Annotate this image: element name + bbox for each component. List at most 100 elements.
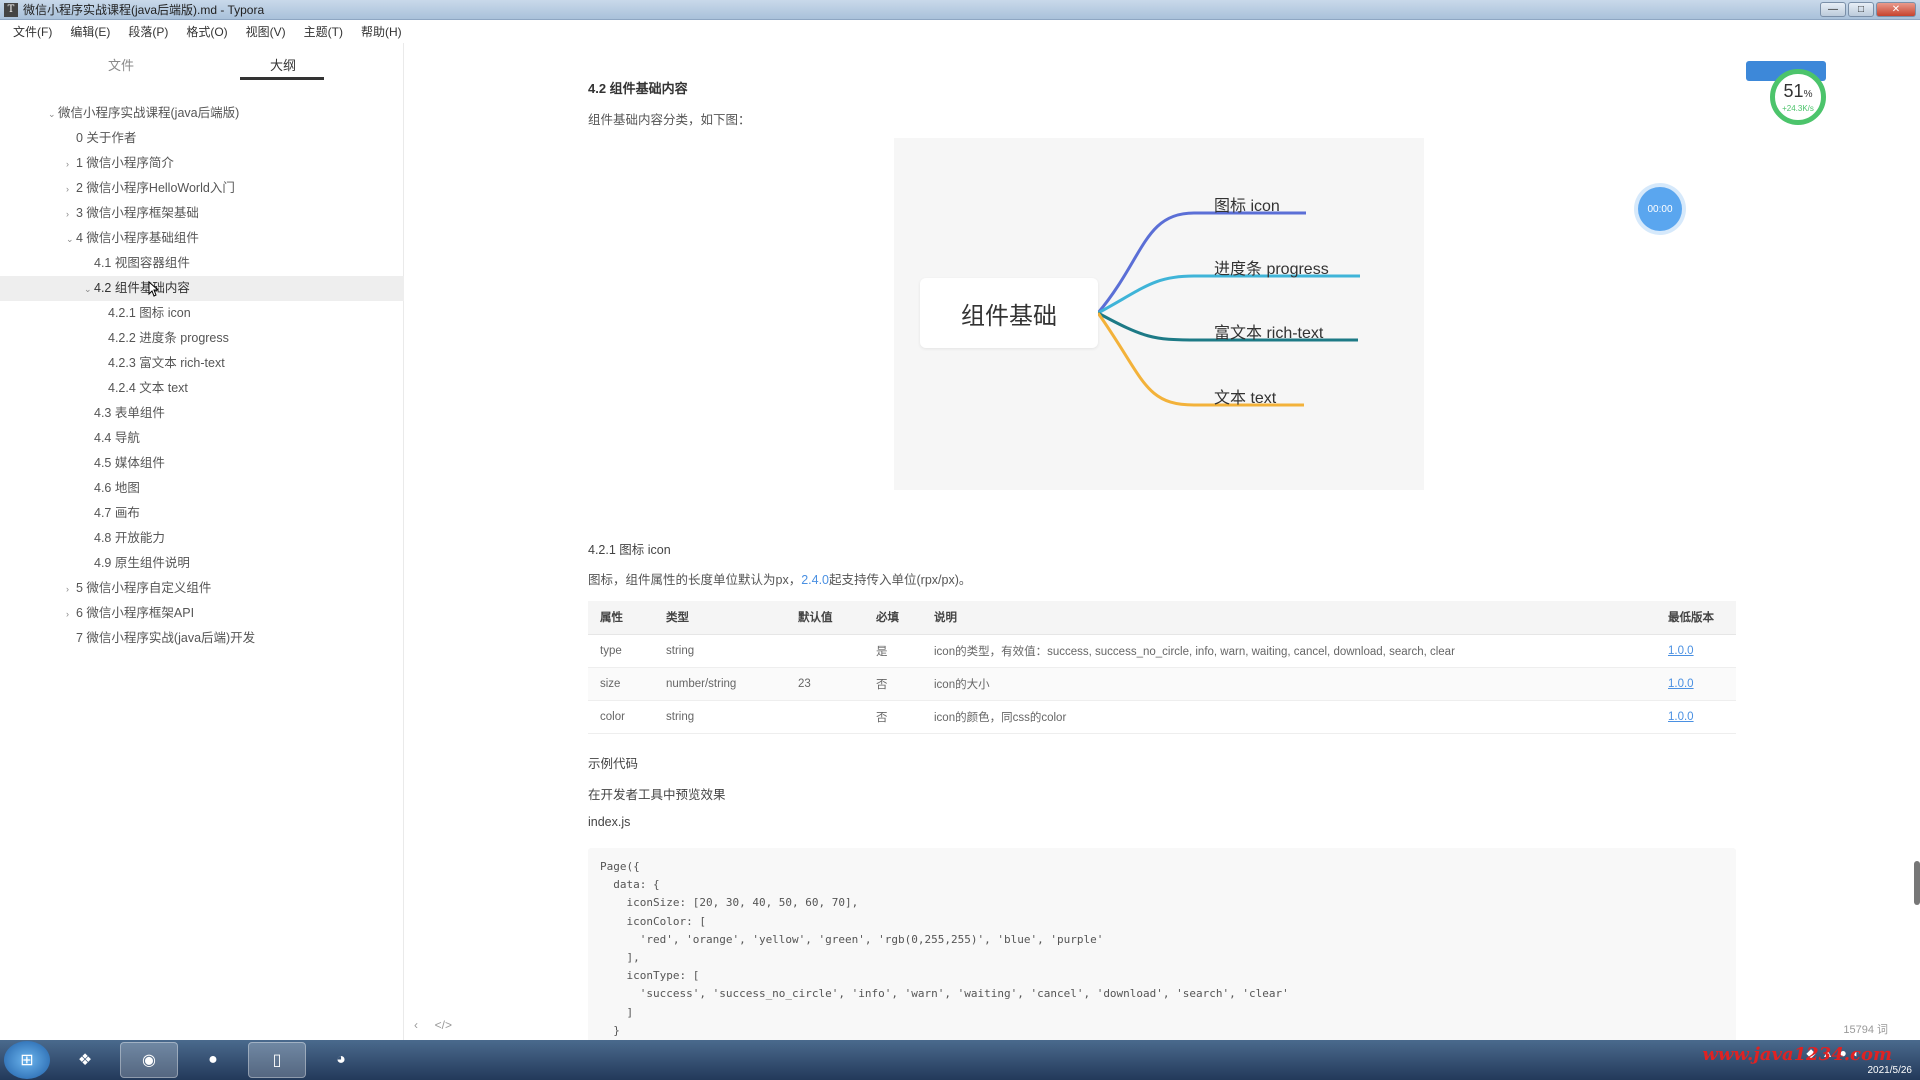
- outline-item-label: 4.1 视图容器组件: [94, 256, 190, 270]
- preview-link[interactable]: 在开发者工具中预览效果: [588, 784, 726, 803]
- source-code-mode-icon[interactable]: </>: [435, 1018, 452, 1032]
- menu-file[interactable]: 文件(F): [4, 21, 61, 43]
- outline-item[interactable]: 4.1 视图容器组件: [0, 251, 404, 276]
- outline-item[interactable]: 4.7 画布: [0, 501, 404, 526]
- outline-item[interactable]: 4.2.4 文本 text: [0, 376, 404, 401]
- table-cell: 是: [864, 634, 922, 668]
- tab-outline[interactable]: 大纲: [270, 55, 296, 74]
- outline-item[interactable]: 4.2.3 富文本 rich-text: [0, 351, 404, 376]
- table-cell: icon的类型，有效值：success, success_no_circle, …: [922, 634, 1656, 668]
- outline-item-label: 4.7 画布: [94, 506, 140, 520]
- outline-caret-icon[interactable]: ›: [66, 202, 76, 227]
- outline-item[interactable]: › 3 微信小程序框架基础: [0, 201, 404, 226]
- icon-description: 图标，组件属性的长度单位默认为px，2.4.0起支持传入单位(rpx/px)。: [588, 569, 971, 588]
- sidebar-tabs: 文件 大纲: [0, 43, 403, 83]
- mouse-cursor-icon: [148, 281, 158, 297]
- menu-help[interactable]: 帮助(H): [352, 21, 411, 43]
- version-link[interactable]: 1.0.0: [1656, 667, 1736, 701]
- version-link[interactable]: 2.4.0: [801, 573, 829, 587]
- window-controls: — □ ✕: [1820, 2, 1916, 17]
- table-cell: 否: [864, 667, 922, 701]
- col-attr: 属性: [588, 601, 654, 635]
- scrollbar-thumb[interactable]: [1914, 861, 1920, 905]
- outline-caret-icon[interactable]: ›: [66, 602, 76, 627]
- outline-list: ⌄ 微信小程序实战课程(java后端版) 0 关于作者 › 1 微信小程序简介 › 2 微信…: [0, 101, 404, 651]
- outline-item[interactable]: ⌄ 4.2 组件基础内容: [0, 276, 404, 301]
- taskbar-app-ie[interactable]: ◉: [120, 1042, 178, 1078]
- outline-item-label: 7 微信小程序实战(java后端)开发: [76, 631, 256, 645]
- chat-icon: ◕: [336, 1051, 346, 1068]
- version-link[interactable]: 1.0.0: [1656, 700, 1736, 734]
- outline-caret-icon[interactable]: ›: [66, 577, 76, 602]
- outline-caret-icon[interactable]: ⌄: [66, 227, 76, 252]
- heading-4-2: 4.2 组件基础内容: [588, 81, 688, 96]
- word-count[interactable]: 15794 词: [1843, 1021, 1888, 1037]
- menu-view[interactable]: 视图(V): [237, 21, 295, 43]
- col-type: 类型: [654, 601, 786, 635]
- outline-item[interactable]: 4.8 开放能力: [0, 526, 404, 551]
- outline-item[interactable]: 4.3 表单组件: [0, 401, 404, 426]
- outline-item[interactable]: › 5 微信小程序自定义组件: [0, 576, 404, 601]
- table-cell: string: [654, 700, 786, 734]
- code-line: iconType: [: [600, 969, 700, 983]
- document-icon: ▯: [272, 1052, 282, 1069]
- outline-item[interactable]: › 1 微信小程序简介: [0, 151, 404, 176]
- meter-percent-unit: %: [1803, 88, 1813, 100]
- outline-item-label: 4.2.3 富文本 rich-text: [108, 356, 225, 370]
- menu-paragraph[interactable]: 段落(P): [119, 21, 177, 43]
- taskbar-app-typora[interactable]: ▯: [248, 1042, 306, 1078]
- outline-item-label: 4.2 组件基础内容: [94, 281, 190, 295]
- outline-caret-icon[interactable]: ›: [66, 152, 76, 177]
- outline-item-label: 2 微信小程序HelloWorld入门: [76, 181, 235, 195]
- network-meter: 51% +24.3K/s: [1738, 61, 1834, 125]
- outline-item[interactable]: 0 关于作者: [0, 126, 404, 151]
- outline-item-label: 4.4 导航: [94, 431, 140, 445]
- folder-icon: ❖: [77, 1052, 93, 1069]
- menu-format[interactable]: 格式(O): [177, 21, 236, 43]
- close-button[interactable]: ✕: [1876, 2, 1916, 17]
- outline-item[interactable]: 4.6 地图: [0, 476, 404, 501]
- col-version: 最低版本: [1656, 601, 1736, 635]
- menu-theme[interactable]: 主题(T): [295, 21, 352, 43]
- taskbar-app-wechat[interactable]: ◕: [312, 1042, 370, 1078]
- branch-label-progress: 进度条 progress: [1214, 261, 1329, 278]
- outline-item-label: 4.9 原生组件说明: [94, 556, 190, 570]
- outline-item[interactable]: 4.2.1 图标 icon: [0, 301, 404, 326]
- outline-caret-icon[interactable]: ⌄: [84, 277, 94, 302]
- floating-timer-button[interactable]: 00:00: [1638, 187, 1682, 231]
- code-line: 'success', 'success_no_circle', 'info', …: [600, 987, 1289, 1001]
- editor-content[interactable]: 4.2 组件基础内容 组件基础内容分类，如下图： 组件基础 图标 icon 进度…: [405, 43, 1920, 1040]
- outline-caret-icon[interactable]: ›: [66, 177, 76, 202]
- outline-item[interactable]: 4.5 媒体组件: [0, 451, 404, 476]
- taskbar-app-chrome[interactable]: ●: [184, 1042, 242, 1078]
- menu-edit[interactable]: 编辑(E): [61, 21, 119, 43]
- col-default: 默认值: [786, 601, 864, 635]
- outline-item[interactable]: › 6 微信小程序框架API: [0, 601, 404, 626]
- outline-item[interactable]: 4.2.2 进度条 progress: [0, 326, 404, 351]
- minimize-button[interactable]: —: [1820, 2, 1846, 17]
- outline-item[interactable]: ⌄ 4 微信小程序基础组件: [0, 226, 404, 251]
- outline-item[interactable]: 4.4 导航: [0, 426, 404, 451]
- outline-item-label: 6 微信小程序框架API: [76, 606, 195, 620]
- chrome-icon: ●: [208, 1051, 218, 1068]
- table-row: size number/string 23 否 icon的大小 1.0.0: [588, 667, 1736, 701]
- outline-item[interactable]: 4.9 原生组件说明: [0, 551, 404, 576]
- collapse-sidebar-icon[interactable]: ‹: [414, 1018, 418, 1032]
- taskbar-app-explorer[interactable]: ❖: [56, 1042, 114, 1078]
- tab-files[interactable]: 文件: [108, 55, 134, 74]
- outline-caret-icon[interactable]: ⌄: [48, 102, 58, 127]
- code-line: iconSize: [20, 30, 40, 50, 60, 70],: [600, 896, 859, 910]
- table-row: type string 是 icon的类型，有效值：success, success_…: [588, 634, 1736, 668]
- meter-ring: 51% +24.3K/s: [1770, 69, 1826, 125]
- outline-item[interactable]: ⌄ 微信小程序实战课程(java后端版): [0, 101, 404, 126]
- maximize-button[interactable]: □: [1848, 2, 1874, 17]
- version-link[interactable]: 1.0.0: [1656, 634, 1736, 668]
- start-button[interactable]: ⊞: [4, 1041, 50, 1079]
- outline-item[interactable]: › 2 微信小程序HelloWorld入门: [0, 176, 404, 201]
- table-cell: [786, 700, 864, 734]
- outline-item[interactable]: 7 微信小程序实战(java后端)开发: [0, 626, 404, 651]
- outline-item-label: 4.2.1 图标 icon: [108, 306, 191, 320]
- clock[interactable]: 2021/5/26: [1868, 1064, 1913, 1078]
- code-block[interactable]: Page({ data: { iconSize: [20, 30, 40, 50…: [588, 848, 1736, 1040]
- mindmap-root: 组件基础: [920, 278, 1098, 348]
